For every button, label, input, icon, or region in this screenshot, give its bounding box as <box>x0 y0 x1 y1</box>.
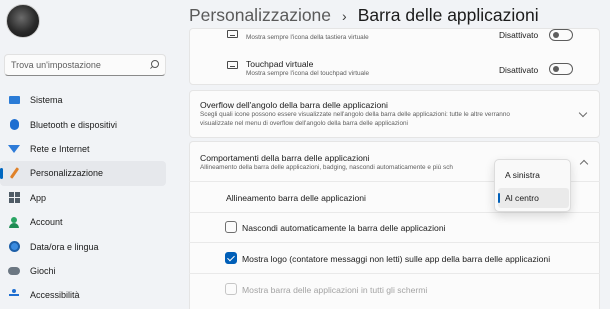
page-title: Barra delle applicazioni <box>357 5 539 25</box>
sidebar-item-bluetooth[interactable]: Bluetooth e dispositivi <box>0 112 166 136</box>
badge-label[interactable]: Mostra logo (contatore messaggi non lett… <box>242 254 550 264</box>
divider <box>189 242 600 243</box>
sidebar-item-label: Account <box>30 217 63 228</box>
breadcrumb: Personalizzazione › Barra delle applicaz… <box>189 5 539 26</box>
sidebar-item-label: Sistema <box>30 95 63 106</box>
behaviors-title: Comportamenti della barra delle applicaz… <box>200 153 370 163</box>
sidebar-item-sistema[interactable]: Sistema <box>0 88 166 112</box>
breadcrumb-separator: › <box>342 7 347 24</box>
touchpad-toggle[interactable] <box>549 63 573 75</box>
network-icon <box>8 143 20 155</box>
sidebar-nav: Sistema Bluetooth e dispositivi Rete e I… <box>0 88 170 308</box>
alignment-dropdown[interactable]: A sinistra Al centro <box>494 159 571 212</box>
sidebar-item-label: Rete e Internet <box>30 143 90 154</box>
bluetooth-icon <box>8 119 20 131</box>
account-icon <box>8 216 20 228</box>
sidebar-item-label: Personalizzazione <box>30 168 104 179</box>
all-displays-label: Mostra barra delle applicazioni in tutti… <box>242 285 428 295</box>
search-input[interactable]: Trova un'impostazione <box>11 60 149 70</box>
touch-keyboard-subtitle: Mostra sempre l'icona della tastiera vir… <box>246 34 369 41</box>
touch-keyboard-toggle[interactable] <box>549 29 573 41</box>
dropdown-option-center[interactable]: Al centro <box>498 188 569 208</box>
breadcrumb-parent[interactable]: Personalizzazione <box>189 5 331 26</box>
brush-icon <box>8 167 20 180</box>
keyboard-icon <box>227 30 238 38</box>
sidebar-item-data-ora[interactable]: Data/ora e lingua <box>0 234 166 258</box>
touch-keyboard-state: Disattivato <box>499 30 539 40</box>
divider <box>189 212 600 213</box>
autohide-label[interactable]: Nascondi automaticamente la barra delle … <box>242 223 446 233</box>
all-displays-checkbox <box>225 283 237 295</box>
dropdown-option-left[interactable]: A sinistra <box>498 165 569 185</box>
system-icon <box>8 94 20 106</box>
overflow-title: Overflow dell'angolo della barra delle a… <box>200 100 388 110</box>
chevron-down-icon[interactable] <box>578 108 588 118</box>
behaviors-subtitle: Allineamento della barra delle applicazi… <box>200 164 453 171</box>
touchpad-icon <box>227 61 238 69</box>
badge-checkbox[interactable] <box>225 252 237 264</box>
gamepad-icon <box>8 265 20 277</box>
user-avatar[interactable] <box>6 4 40 38</box>
touchpad-title: Touchpad virtuale <box>246 59 314 69</box>
search-icon[interactable] <box>149 60 159 70</box>
alignment-label: Allineamento barra delle applicazioni <box>226 193 366 203</box>
apps-icon <box>8 192 20 204</box>
divider <box>189 273 600 274</box>
overflow-subtitle-2: visualizzate nel menu di overflow dell'a… <box>200 120 408 127</box>
sidebar-item-label: Bluetooth e dispositivi <box>30 119 118 130</box>
sidebar-item-label: Giochi <box>30 265 56 276</box>
accessibility-icon <box>8 289 20 301</box>
sidebar-item-rete[interactable]: Rete e Internet <box>0 137 166 161</box>
corner-icons-card: Mostra sempre l'icona della tastiera vir… <box>189 28 600 85</box>
sidebar-item-label: App <box>30 192 47 203</box>
sidebar-item-app[interactable]: App <box>0 186 166 210</box>
overflow-subtitle-1: Scegli quali icone possono essere visual… <box>200 111 510 118</box>
chevron-up-icon[interactable] <box>579 159 589 169</box>
search-box[interactable]: Trova un'impostazione <box>4 54 166 76</box>
sidebar-item-label: Data/ora e lingua <box>30 241 99 252</box>
sidebar-item-label: Accessibilità <box>30 290 80 301</box>
touchpad-subtitle: Mostra sempre l'icona del touchpad virtu… <box>246 70 370 77</box>
globe-icon <box>8 241 20 253</box>
sidebar-item-giochi[interactable]: Giochi <box>0 259 166 283</box>
autohide-checkbox[interactable] <box>225 221 237 233</box>
sidebar-item-accessibilita[interactable]: Accessibilità <box>0 283 166 307</box>
touchpad-state: Disattivato <box>499 65 539 75</box>
sidebar-item-personalizzazione[interactable]: Personalizzazione <box>0 161 166 186</box>
overflow-card[interactable]: Overflow dell'angolo della barra delle a… <box>189 90 600 138</box>
sidebar-item-account[interactable]: Account <box>0 210 166 234</box>
